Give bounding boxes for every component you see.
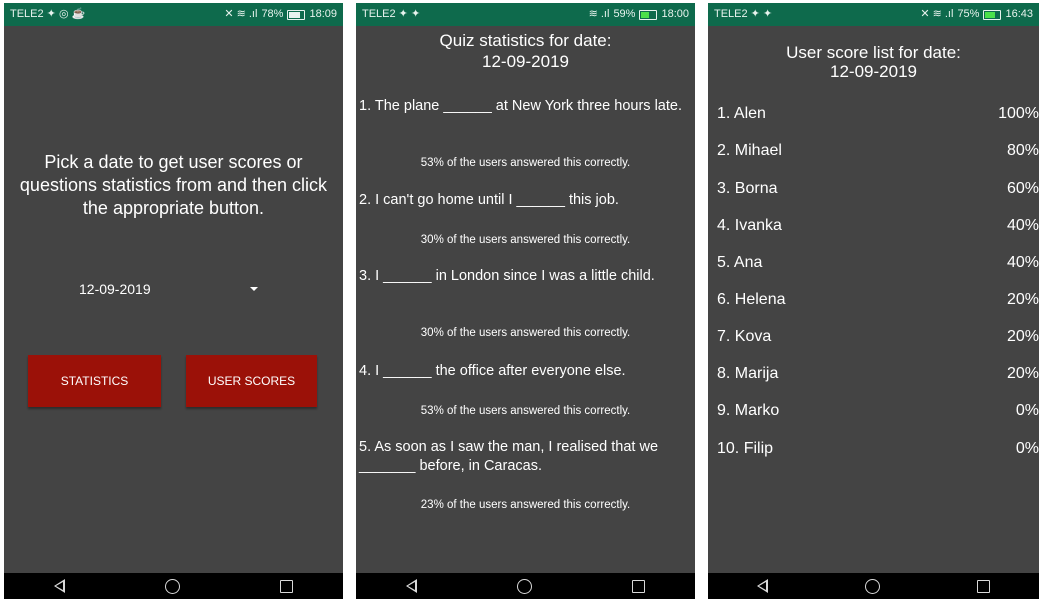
question-text: 1. The plane ______ at New York three ho…	[359, 98, 682, 114]
statistics-button[interactable]: STATISTICS	[28, 355, 161, 407]
title-date: 12-09-2019	[830, 62, 917, 81]
question-stat: 23% of the users answered this correctly…	[420, 499, 631, 511]
score-row: 3. Borna 60%	[717, 180, 1039, 202]
home-icon[interactable]	[165, 578, 180, 594]
carrier-label: TELE2 ✦ ✦	[362, 8, 421, 20]
score-row: 6. Helena 20%	[717, 291, 1039, 313]
recent-apps-icon[interactable]	[280, 579, 293, 593]
clock: 18:09	[309, 8, 337, 20]
question-text: 4. I ______ the office after everyone el…	[359, 363, 626, 379]
page-title: User score list for date: 12-09-2019	[708, 43, 1039, 81]
dropdown-caret-icon[interactable]	[250, 287, 258, 291]
battery-icon	[983, 9, 1002, 20]
user-score: 20%	[1006, 291, 1039, 308]
status-bar: TELE2 ✦ ✦ ✕ ≋ .ıl 75% 16:43	[708, 3, 1039, 26]
battery-icon	[639, 9, 658, 20]
back-icon[interactable]	[756, 579, 768, 593]
signal-icon: ≋ .ıl	[588, 8, 610, 20]
date-select-value[interactable]: 12-09-2019	[79, 281, 151, 297]
title-date: 12-09-2019	[482, 52, 569, 71]
status-bar: TELE2 ✦ ✦ ≋ .ıl 59% 18:00	[356, 3, 695, 26]
score-row: 9. Marko 0%	[717, 402, 1039, 424]
battery-percent: 75%	[957, 8, 980, 20]
user-score: 0%	[1015, 402, 1039, 419]
user-score: 80%	[1006, 142, 1039, 159]
user-name: 4. Ivanka	[717, 217, 782, 234]
user-scores-button[interactable]: USER SCORES	[186, 355, 317, 407]
screen-user-scores: TELE2 ✦ ✦ ✕ ≋ .ıl 75% 16:43 User score l…	[708, 3, 1039, 599]
title-line: Quiz statistics for date:	[439, 31, 612, 50]
instruction-text: Pick a date to get user scores or questi…	[19, 152, 328, 218]
user-name: 3. Borna	[717, 180, 778, 197]
user-name: 2. Mihael	[717, 142, 782, 159]
signal-icon: ✕ ≋ .ıl	[920, 8, 954, 20]
clock: 18:00	[661, 8, 689, 20]
battery-icon	[287, 9, 306, 20]
back-icon[interactable]	[406, 579, 417, 593]
user-name: 10. Filip	[717, 440, 774, 457]
recent-apps-icon[interactable]	[977, 579, 991, 593]
score-row: 5. Ana 40%	[717, 254, 1039, 276]
home-icon[interactable]	[864, 578, 880, 594]
question-stat: 30% of the users answered this correctly…	[420, 234, 631, 246]
question-stat: 53% of the users answered this correctly…	[420, 405, 631, 417]
title-line: User score list for date:	[786, 43, 961, 62]
carrier-label: TELE2 ✦ ◎ ☕	[10, 8, 86, 20]
user-name: 6. Helena	[717, 291, 786, 308]
clock: 16:43	[1005, 8, 1033, 20]
score-row: 10. Filip 0%	[717, 440, 1039, 462]
status-bar: TELE2 ✦ ◎ ☕ ✕ ≋ .ıl 78% 18:09	[4, 3, 343, 26]
user-score: 40%	[1006, 217, 1039, 234]
question-stat: 53% of the users answered this correctly…	[420, 157, 631, 169]
recent-apps-icon[interactable]	[632, 579, 645, 593]
question-text: 2. I can't go home until I ______ this j…	[359, 192, 619, 208]
screen-quiz-statistics: TELE2 ✦ ✦ ≋ .ıl 59% 18:00 Quiz statistic…	[356, 3, 695, 599]
home-icon[interactable]	[517, 578, 532, 594]
question-text: 3. I ______ in London since I was a litt…	[359, 268, 655, 284]
score-row: 7. Kova 20%	[717, 328, 1039, 350]
user-name: 9. Marko	[717, 402, 780, 419]
carrier-label: TELE2 ✦ ✦	[714, 8, 773, 20]
user-score: 60%	[1006, 180, 1039, 197]
user-name: 5. Ana	[717, 254, 763, 271]
signal-icon: ✕ ≋ .ıl	[224, 8, 258, 20]
navigation-bar	[356, 573, 695, 599]
screen-date-picker: TELE2 ✦ ◎ ☕ ✕ ≋ .ıl 78% 18:09 Pick a dat…	[4, 3, 343, 599]
user-name: 8. Marija	[717, 365, 779, 382]
user-name: 7. Kova	[717, 328, 772, 345]
user-score: 20%	[1006, 328, 1039, 345]
battery-percent: 59%	[613, 8, 636, 20]
page-title: Quiz statistics for date: 12-09-2019	[356, 30, 695, 72]
back-icon[interactable]	[54, 579, 65, 593]
question-stat: 30% of the users answered this correctly…	[420, 327, 631, 339]
score-row: 8. Marija 20%	[717, 365, 1039, 387]
user-score: 40%	[1006, 254, 1039, 271]
battery-percent: 78%	[261, 8, 284, 20]
score-row: 2. Mihael 80%	[717, 142, 1039, 164]
user-name: 1. Alen	[717, 105, 766, 122]
navigation-bar	[708, 573, 1039, 599]
question-text: 5. As soon as I saw the man, I realised …	[359, 439, 659, 474]
score-row: 1. Alen 100%	[717, 105, 1039, 127]
user-score: 20%	[1006, 365, 1039, 382]
user-score: 0%	[1015, 440, 1039, 457]
navigation-bar	[4, 573, 343, 599]
score-row: 4. Ivanka 40%	[717, 217, 1039, 239]
user-score: 100%	[998, 105, 1039, 122]
